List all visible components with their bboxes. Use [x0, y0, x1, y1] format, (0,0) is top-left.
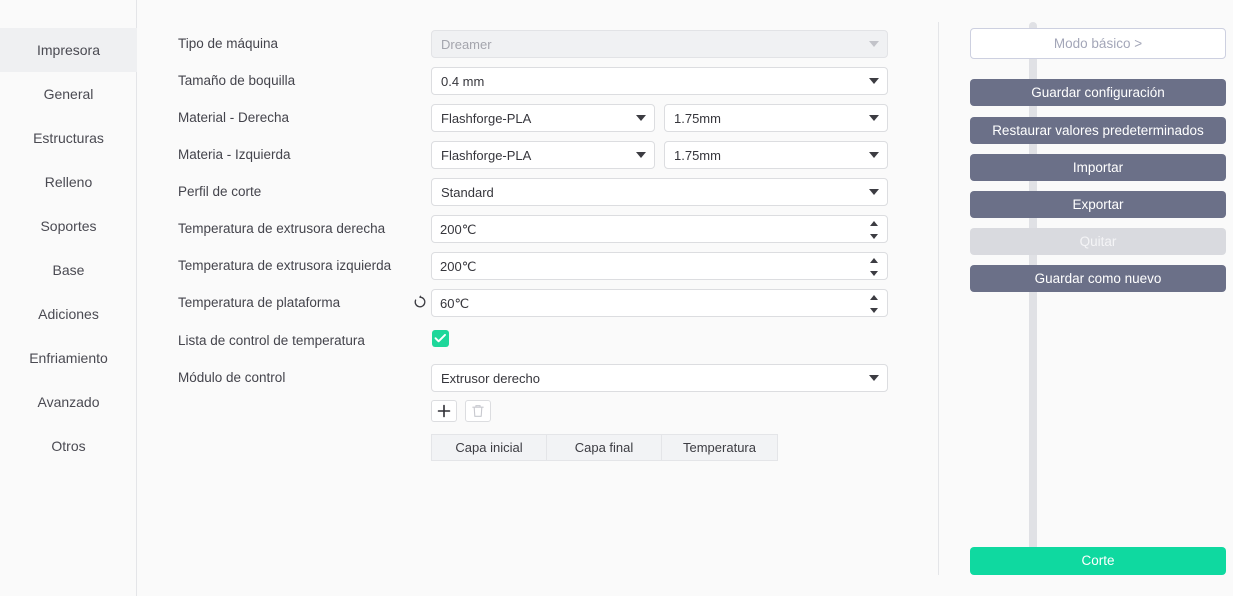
temp-extruder-right-value: 200℃: [440, 216, 476, 243]
material-left-value: Flashforge-PLA: [441, 142, 531, 169]
slice-button[interactable]: Corte: [970, 547, 1226, 575]
chevron-down-icon: [869, 78, 879, 84]
material-left-diameter-select[interactable]: 1.75mm: [664, 141, 888, 169]
field-row-temp-control-list: Lista de control de temperatura: [138, 327, 898, 355]
field-row-material-right: Material - Derecha Flashforge-PLA 1.75mm: [138, 104, 898, 132]
sidebar-item-label: Impresora: [37, 42, 100, 58]
field-row-temp-platform: Temperatura de plataforma 60℃: [138, 289, 898, 317]
sidebar-item-label: Otros: [51, 438, 85, 454]
temp-extruder-left-label: Temperatura de extrusora izquierda: [178, 252, 391, 280]
chevron-down-icon: [869, 115, 879, 121]
temp-control-list-checkbox[interactable]: [432, 330, 449, 347]
sidebar-item-label: Adiciones: [38, 306, 99, 322]
nozzle-size-select[interactable]: 0.4 mm: [431, 67, 888, 95]
slice-profile-value: Standard: [441, 179, 494, 206]
plus-icon: [438, 405, 451, 418]
basic-mode-button[interactable]: Modo básico >: [970, 28, 1226, 59]
stepper-arrows-icon[interactable]: [870, 258, 879, 276]
material-right-label: Material - Derecha: [178, 104, 289, 132]
machine-type-value: Dreamer: [441, 31, 492, 58]
control-module-label: Módulo de control: [178, 364, 285, 392]
table-column-capa-final[interactable]: Capa final: [547, 435, 662, 460]
temperature-table-header: Capa inicial Capa final Temperatura: [431, 434, 778, 461]
save-configuration-button[interactable]: Guardar configuración: [970, 79, 1226, 106]
field-row-temp-extruder-right: Temperatura de extrusora derecha 200℃: [138, 215, 898, 243]
nozzle-size-label: Tamaño de boquilla: [178, 67, 295, 95]
field-row-temp-extruder-left: Temperatura de extrusora izquierda 200℃: [138, 252, 898, 280]
temp-extruder-left-stepper[interactable]: 200℃: [431, 252, 888, 280]
temp-control-list-label: Lista de control de temperatura: [178, 327, 365, 355]
stepper-arrows-icon[interactable]: [870, 295, 879, 313]
add-row-button[interactable]: [431, 400, 457, 422]
sidebar-item-base[interactable]: Base: [0, 248, 137, 292]
reset-arrow-icon[interactable]: [412, 294, 430, 312]
field-row-control-module: Módulo de control Extrusor derecho: [138, 364, 898, 392]
panel-divider: [938, 22, 939, 575]
material-left-diameter-value: 1.75mm: [674, 142, 721, 169]
field-row-nozzle-size: Tamaño de boquilla 0.4 mm: [138, 67, 898, 95]
material-right-value: Flashforge-PLA: [441, 105, 531, 132]
delete-row-button: [465, 400, 491, 422]
material-left-select[interactable]: Flashforge-PLA: [431, 141, 655, 169]
import-button[interactable]: Importar: [970, 154, 1226, 181]
sidebar-item-label: General: [44, 86, 94, 102]
control-module-value: Extrusor derecho: [441, 365, 540, 392]
sidebar-nav-list: Impresora General Estructuras Relleno So…: [0, 28, 137, 468]
slice-profile-select[interactable]: Standard: [431, 178, 888, 206]
sidebar-item-label: Estructuras: [33, 130, 104, 146]
sidebar-item-soportes[interactable]: Soportes: [0, 204, 137, 248]
sidebar-item-general[interactable]: General: [0, 72, 137, 116]
sidebar-item-label: Soportes: [40, 218, 96, 234]
sidebar: Impresora General Estructuras Relleno So…: [0, 0, 137, 596]
chevron-down-icon: [869, 189, 879, 195]
settings-form: Tipo de máquina Dreamer Tamaño de boquil…: [138, 0, 898, 596]
temp-extruder-right-label: Temperatura de extrusora derecha: [178, 215, 385, 243]
table-column-temperatura[interactable]: Temperatura: [662, 435, 777, 460]
field-row-material-left: Materia - Izquierda Flashforge-PLA 1.75m…: [138, 141, 898, 169]
material-left-label: Materia - Izquierda: [178, 141, 291, 169]
chevron-down-icon: [869, 41, 879, 47]
sidebar-item-label: Avanzado: [37, 394, 99, 410]
restore-defaults-button[interactable]: Restaurar valores predeterminados: [970, 117, 1226, 144]
sidebar-item-otros[interactable]: Otros: [0, 424, 137, 468]
nozzle-size-value: 0.4 mm: [441, 68, 484, 95]
sidebar-item-estructuras[interactable]: Estructuras: [0, 116, 137, 160]
save-as-new-button[interactable]: Guardar como nuevo: [970, 265, 1226, 292]
chevron-down-icon: [636, 115, 646, 121]
export-button[interactable]: Exportar: [970, 191, 1226, 218]
sidebar-item-relleno[interactable]: Relleno: [0, 160, 137, 204]
temp-platform-stepper[interactable]: 60℃: [431, 289, 888, 317]
control-module-select[interactable]: Extrusor derecho: [431, 364, 888, 392]
chevron-down-icon: [869, 152, 879, 158]
sidebar-item-label: Relleno: [45, 174, 92, 190]
chevron-down-icon: [636, 152, 646, 158]
temp-extruder-left-value: 200℃: [440, 253, 476, 280]
stepper-arrows-icon[interactable]: [870, 221, 879, 239]
material-right-select[interactable]: Flashforge-PLA: [431, 104, 655, 132]
field-row-machine-type: Tipo de máquina Dreamer: [138, 30, 898, 58]
machine-type-select[interactable]: Dreamer: [431, 30, 888, 58]
temp-platform-value: 60℃: [440, 290, 469, 317]
sidebar-item-avanzado[interactable]: Avanzado: [0, 380, 137, 424]
table-column-capa-inicial[interactable]: Capa inicial: [432, 435, 547, 460]
slice-profile-label: Perfil de corte: [178, 178, 261, 206]
machine-type-label: Tipo de máquina: [178, 30, 278, 58]
sidebar-item-adiciones[interactable]: Adiciones: [0, 292, 137, 336]
trash-icon: [472, 404, 485, 418]
chevron-down-icon: [869, 375, 879, 381]
right-panel: Modo básico > Guardar configuración Rest…: [970, 0, 1226, 596]
temp-platform-label: Temperatura de plataforma: [178, 289, 340, 317]
remove-button: Quitar: [970, 228, 1226, 255]
sidebar-item-impresora[interactable]: Impresora: [0, 28, 137, 72]
sidebar-item-label: Enfriamiento: [29, 350, 108, 366]
material-right-diameter-value: 1.75mm: [674, 105, 721, 132]
temp-extruder-right-stepper[interactable]: 200℃: [431, 215, 888, 243]
material-right-diameter-select[interactable]: 1.75mm: [664, 104, 888, 132]
sidebar-item-enfriamiento[interactable]: Enfriamiento: [0, 336, 137, 380]
field-row-slice-profile: Perfil de corte Standard: [138, 178, 898, 206]
sidebar-item-label: Base: [53, 262, 85, 278]
